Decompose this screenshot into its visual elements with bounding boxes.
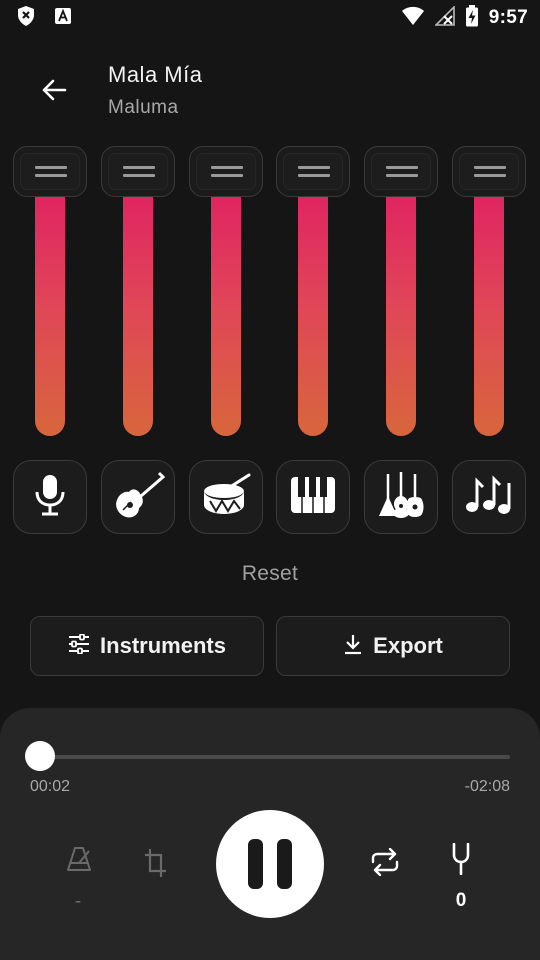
slider-track xyxy=(386,174,416,436)
progress-thumb[interactable] xyxy=(25,741,55,771)
tuning-button[interactable] xyxy=(440,840,482,882)
slider-handle[interactable] xyxy=(189,146,263,197)
slider-handle[interactable] xyxy=(276,146,350,197)
tuning-value: 0 xyxy=(455,890,467,911)
player-panel: 00:02 -02:08 - 0 xyxy=(0,708,540,960)
tuning-fork-icon xyxy=(450,842,472,880)
music-notes-icon xyxy=(464,474,514,520)
shield-x-icon xyxy=(16,5,36,32)
slider-handle[interactable] xyxy=(452,146,526,197)
drums-button[interactable] xyxy=(189,460,263,534)
remaining-time: -02:08 xyxy=(464,778,510,795)
current-time: 00:02 xyxy=(30,778,71,795)
slider-track xyxy=(211,174,241,436)
slider-handle[interactable] xyxy=(364,146,438,197)
metronome-value: - xyxy=(74,891,82,912)
slider-track xyxy=(123,174,153,436)
microphone-icon xyxy=(30,473,70,522)
no-signal-icon xyxy=(433,4,455,31)
slider-handle[interactable] xyxy=(13,146,87,197)
vocals-button[interactable] xyxy=(13,460,87,534)
repeat-icon xyxy=(369,847,401,881)
back-button[interactable] xyxy=(34,72,74,112)
instruments-mix-button[interactable] xyxy=(452,460,526,534)
slider-bass[interactable] xyxy=(101,146,175,438)
bass-button[interactable] xyxy=(101,460,175,534)
export-button[interactable]: Export xyxy=(276,616,510,676)
instruments-label: Instruments xyxy=(100,633,226,658)
battery-charging-icon xyxy=(465,4,479,32)
slider-track xyxy=(474,174,504,436)
font-a-icon xyxy=(54,7,72,30)
repeat-button[interactable] xyxy=(363,843,407,885)
song-title: Mala Mía xyxy=(108,62,203,87)
sliders-icon xyxy=(68,633,90,659)
download-icon xyxy=(343,633,363,660)
metronome-icon xyxy=(65,845,93,878)
song-artist: Maluma xyxy=(108,97,179,118)
progress-bar[interactable] xyxy=(40,755,510,759)
pause-button[interactable] xyxy=(216,810,324,918)
metronome-button[interactable] xyxy=(58,840,100,882)
pause-icon xyxy=(248,839,263,889)
reset-button[interactable]: Reset xyxy=(0,562,540,586)
guitar-icon xyxy=(111,470,166,525)
wifi-icon xyxy=(401,6,425,31)
slider-track xyxy=(35,174,65,436)
other-button[interactable] xyxy=(364,460,438,534)
status-bar: 9:57 xyxy=(0,0,540,36)
export-label: Export xyxy=(373,633,443,658)
slider-handle[interactable] xyxy=(101,146,175,197)
piano-button[interactable] xyxy=(276,460,350,534)
drum-icon xyxy=(200,473,252,522)
slider-other[interactable] xyxy=(364,146,438,438)
slider-instruments[interactable] xyxy=(452,146,526,438)
piano-keys-icon xyxy=(289,475,337,520)
slider-vocals[interactable] xyxy=(13,146,87,438)
slider-piano[interactable] xyxy=(276,146,350,438)
crop-button[interactable] xyxy=(135,844,177,886)
instruments-button[interactable]: Instruments xyxy=(30,616,264,676)
guitars-icon xyxy=(374,470,428,525)
crop-icon xyxy=(144,848,168,883)
clock: 9:57 xyxy=(488,7,528,28)
mixer-sliders xyxy=(0,146,540,438)
slider-track xyxy=(298,174,328,436)
slider-drums[interactable] xyxy=(189,146,263,438)
arrow-left-icon xyxy=(40,76,68,109)
